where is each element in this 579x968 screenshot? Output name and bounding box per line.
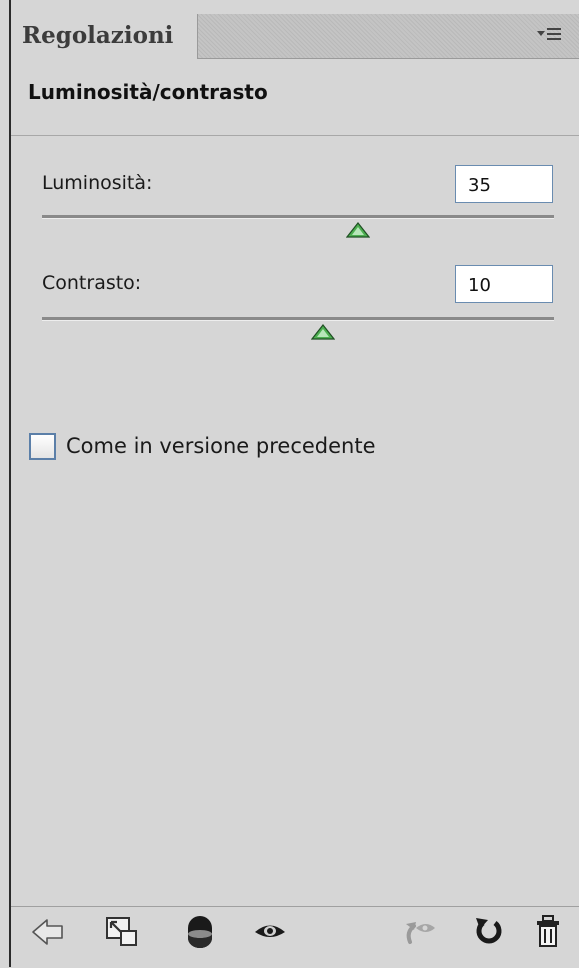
adjustments-panel: Regolazioni Luminosità/contrasto Luminos… xyxy=(0,0,579,968)
brightness-label: Luminosità: xyxy=(42,172,153,194)
legacy-checkbox-label: Come in versione precedente xyxy=(66,434,376,458)
reset-icon[interactable] xyxy=(470,914,506,950)
legacy-checkbox[interactable] xyxy=(29,433,56,460)
clip-to-layer-icon[interactable] xyxy=(182,914,218,950)
expand-view-icon[interactable] xyxy=(104,914,140,950)
contrast-slider-thumb[interactable] xyxy=(310,324,336,340)
visibility-eye-icon[interactable] xyxy=(252,914,288,950)
adjustment-title: Luminosità/contrasto xyxy=(28,80,268,104)
brightness-slider-track[interactable] xyxy=(42,215,554,219)
brightness-slider-thumb[interactable] xyxy=(345,222,371,238)
back-arrow-icon[interactable] xyxy=(30,914,66,950)
tab-label: Regolazioni xyxy=(22,22,174,49)
contrast-slider-track[interactable] xyxy=(42,317,554,321)
trash-icon[interactable] xyxy=(530,914,566,950)
panel-left-border xyxy=(9,0,11,967)
brightness-field[interactable]: 35 xyxy=(455,165,553,203)
contrast-field[interactable]: 10 xyxy=(455,265,553,303)
previous-state-icon[interactable] xyxy=(402,914,438,950)
divider xyxy=(11,135,579,136)
panel-menu-icon[interactable] xyxy=(537,26,565,44)
contrast-label: Contrasto: xyxy=(42,272,142,294)
